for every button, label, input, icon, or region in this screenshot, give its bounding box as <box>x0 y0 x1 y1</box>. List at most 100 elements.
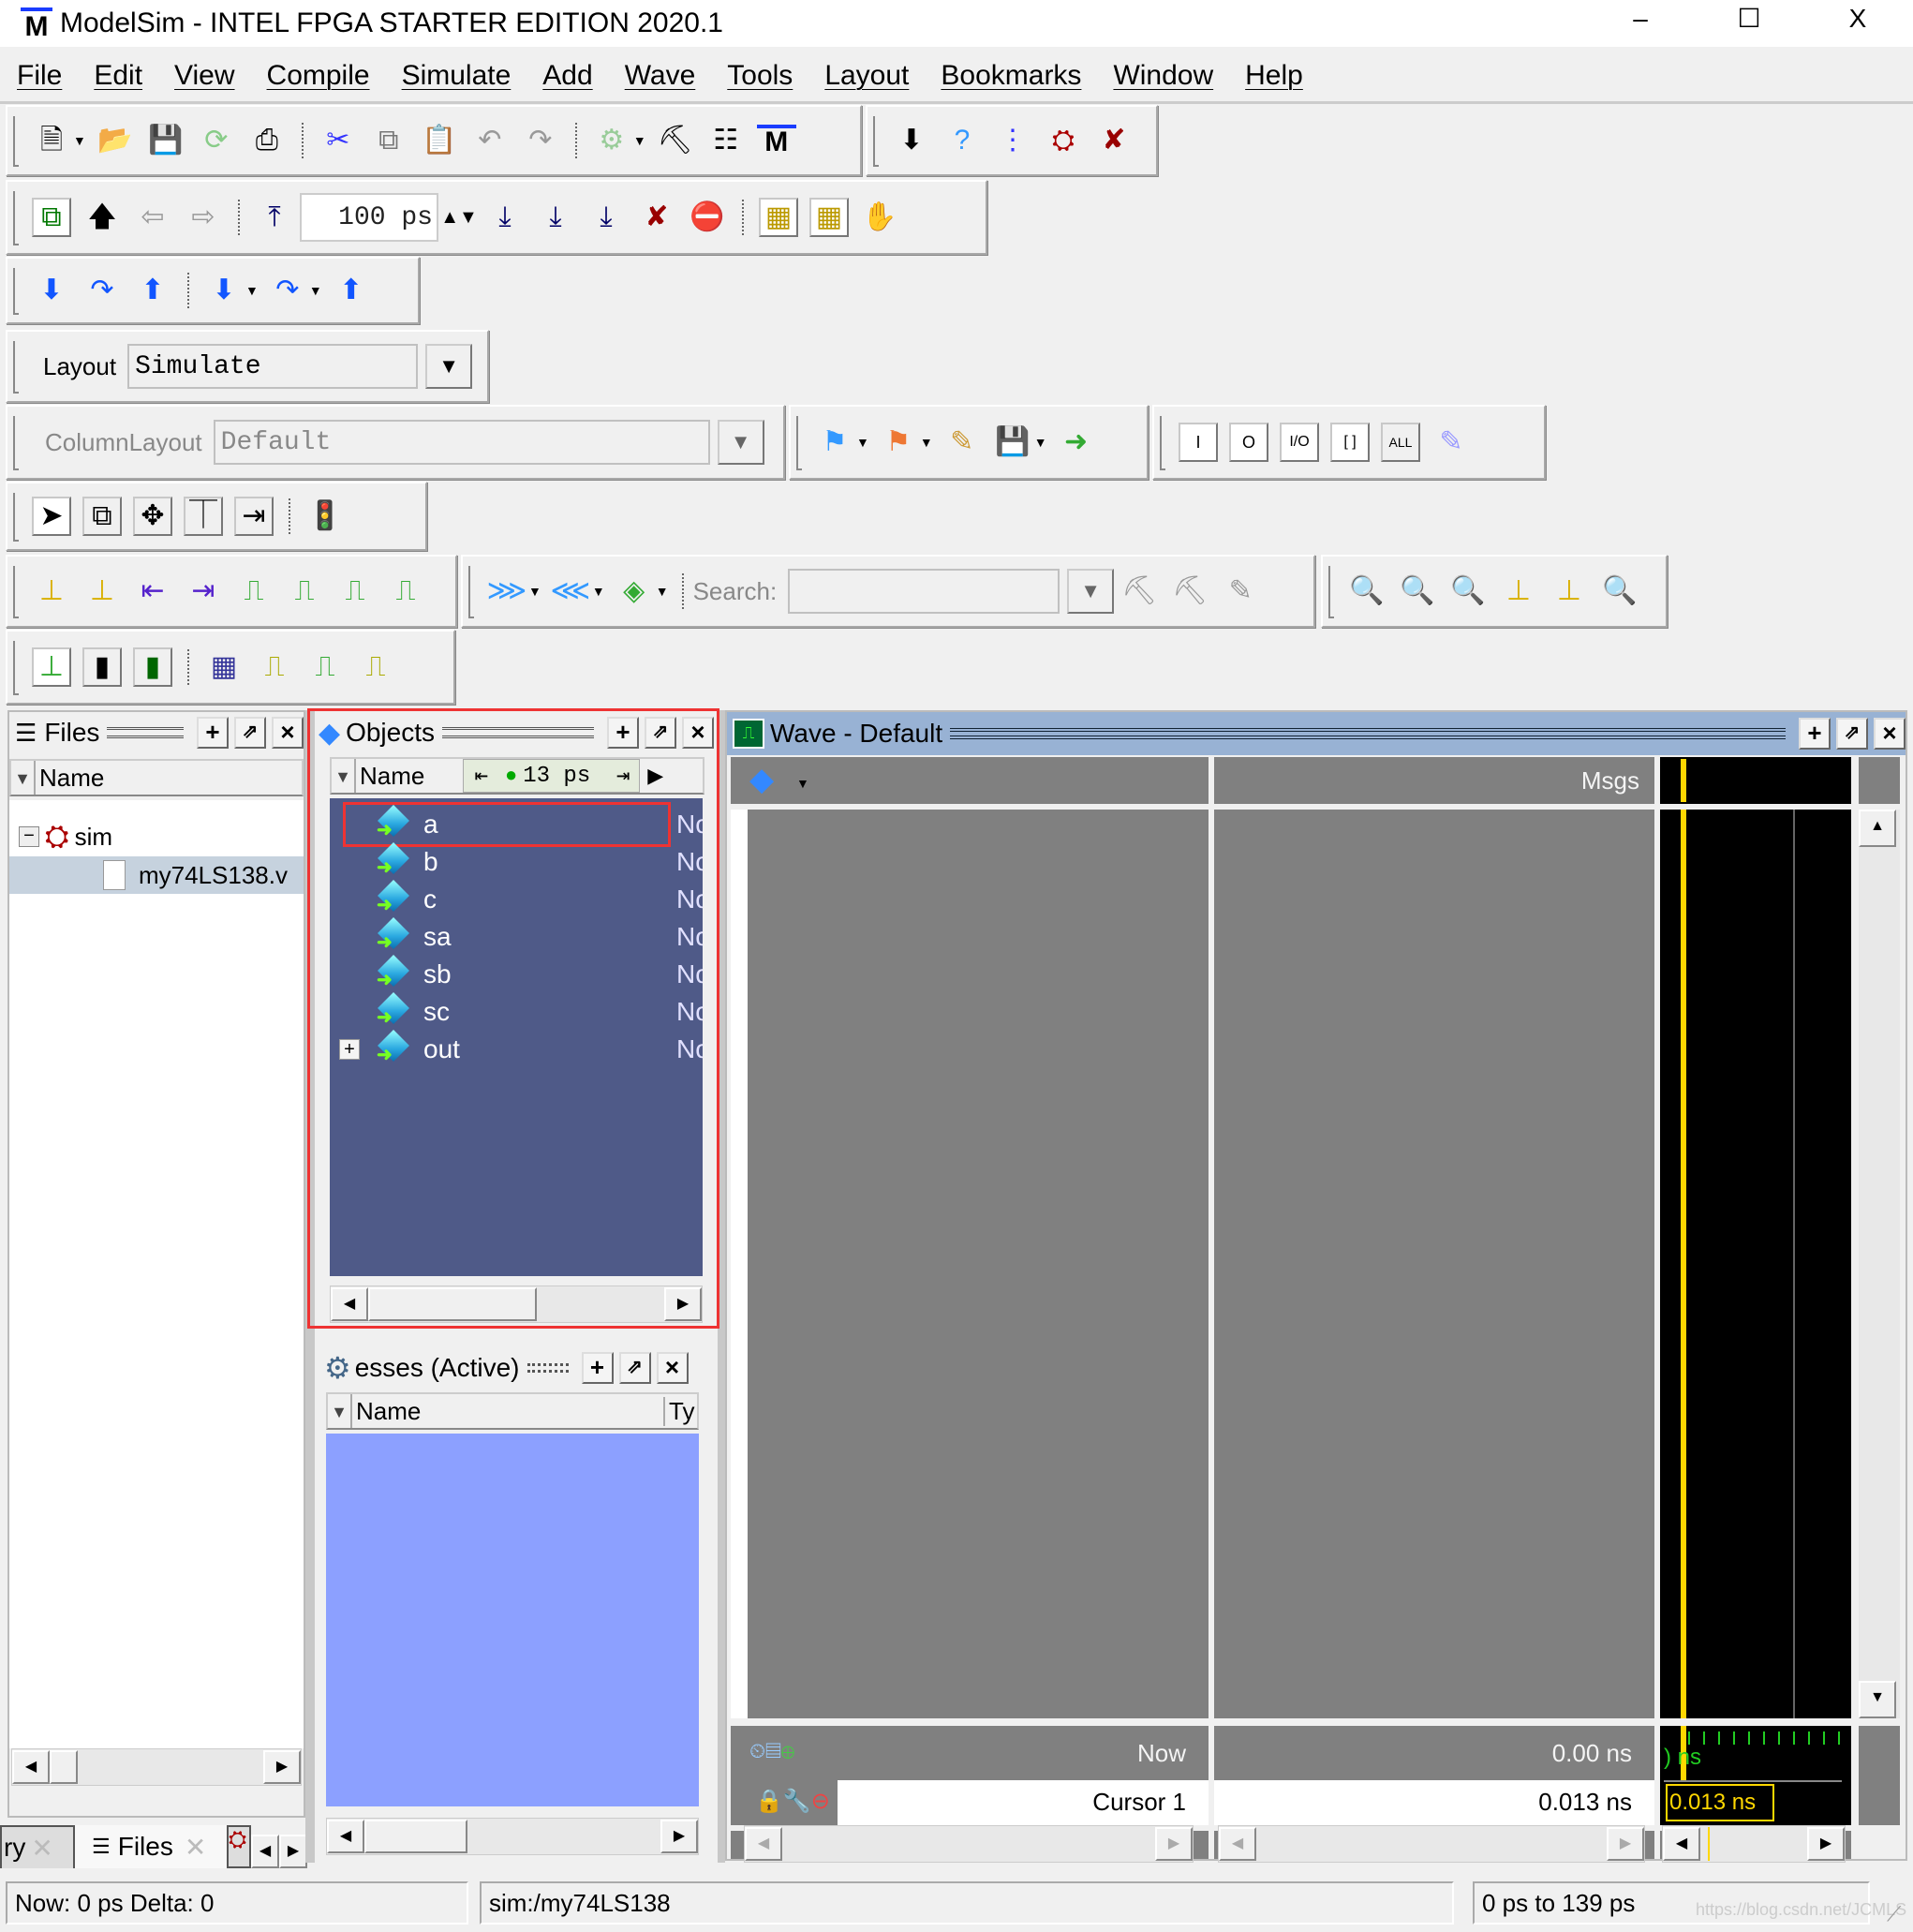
drag-handle[interactable] <box>442 727 594 738</box>
zoom-out-icon[interactable]: 🔍 <box>1398 572 1437 611</box>
wave-edge-2-icon[interactable]: ⎍ <box>305 647 345 687</box>
rising-edge-next-icon[interactable]: ⎍ <box>386 572 425 611</box>
refresh-icon[interactable]: ⟳ <box>197 121 236 160</box>
falling-edge-next-icon[interactable]: ⎍ <box>285 572 324 611</box>
wave-signal-values[interactable] <box>1214 810 1654 1718</box>
tab-files[interactable]: ☰ Files ✕ <box>75 1825 227 1868</box>
scroll-thumb[interactable] <box>364 1820 467 1853</box>
sort-icon[interactable]: ▼ <box>328 1394 352 1428</box>
scroll-left-button[interactable]: ◀ <box>12 1750 50 1784</box>
print-icon[interactable]: ⎙ <box>247 121 287 160</box>
continue-run-icon[interactable]: ⤓ <box>536 198 575 237</box>
restart-icon[interactable]: ⤒ <box>255 198 294 237</box>
step-over-cycle-icon[interactable]: ↷ <box>268 271 307 310</box>
scroll-right-button[interactable]: ▶ <box>263 1750 301 1784</box>
select-mode-icon[interactable]: ➤ <box>32 497 71 536</box>
wave-edge-3-icon[interactable]: ⎍ <box>356 647 395 687</box>
scroll-up-button[interactable]: ▲ <box>1859 810 1896 847</box>
chevron-down-icon[interactable]: ▼ <box>309 283 322 298</box>
step-into-cycle-icon[interactable]: ⬇ <box>204 271 244 310</box>
zoom-mode-icon[interactable]: ⧉ <box>82 497 122 536</box>
chevron-down-icon[interactable]: ▼ <box>920 435 933 450</box>
step-into-icon[interactable]: ⬇ <box>32 271 71 310</box>
redo-icon[interactable]: ↷ <box>521 121 560 160</box>
scroll-right-button[interactable]: ▶ <box>660 1820 698 1853</box>
resize-grip-icon[interactable]: ⟋ <box>1887 1902 1901 1926</box>
close-pane-button[interactable]: × <box>656 1352 689 1384</box>
search-input[interactable] <box>788 569 1060 614</box>
filter-internal-button[interactable]: [ ] <box>1330 423 1370 462</box>
objects-horizontal-scrollbar[interactable]: ◀ ▶ <box>330 1286 703 1323</box>
add-pane-button[interactable]: + <box>197 717 229 749</box>
wave-literal-icon[interactable]: ⊥ <box>32 647 71 687</box>
files-horizontal-scrollbar[interactable]: ◀ ▶ <box>11 1748 302 1786</box>
previous-transition-icon[interactable]: ⇤ <box>133 572 172 611</box>
scroll-down-button[interactable]: ▼ <box>1859 1681 1896 1718</box>
add-pane-button[interactable]: + <box>1799 718 1831 750</box>
chevron-down-icon[interactable]: ▼ <box>528 584 541 599</box>
pane-splitter[interactable] <box>718 710 725 1863</box>
scroll-left-button[interactable]: ◀ <box>745 1827 782 1861</box>
wave-compare-icon[interactable]: ⇥ <box>234 497 274 536</box>
menu-file[interactable]: File <box>17 60 62 92</box>
scroll-left-button[interactable]: ◀ <box>327 1820 364 1853</box>
chevron-down-icon[interactable]: ▼ <box>796 776 809 791</box>
object-row[interactable]: ➜ b No <box>330 842 703 881</box>
scroll-right-button[interactable]: ▶ <box>1607 1827 1644 1861</box>
tree-item-sim[interactable]: − ⛭ sim <box>19 819 112 855</box>
tree-item-file[interactable]: my74LS138.v <box>9 856 304 894</box>
up-arrow-icon[interactable]: 🡅 <box>82 198 122 237</box>
processes-horizontal-scrollbar[interactable]: ◀ ▶ <box>326 1818 699 1855</box>
step-out-cycle-icon[interactable]: ⬆ <box>332 271 371 310</box>
run-all-icon[interactable]: ⤓ <box>586 198 626 237</box>
compile-all-icon[interactable]: ⬇ <box>892 121 931 160</box>
close-pane-button[interactable]: × <box>272 717 304 749</box>
rising-edge-icon[interactable]: ⎍ <box>335 572 375 611</box>
link-icon[interactable]: ⧉ <box>32 198 71 237</box>
filter-all-button[interactable]: ALL <box>1381 423 1420 462</box>
scroll-columns-right-icon[interactable]: ▶ <box>647 764 663 788</box>
tab-library[interactable]: ry ✕ <box>0 1825 75 1868</box>
wave-logic-icon[interactable]: ▮ <box>82 647 122 687</box>
filter-input-button[interactable]: I <box>1179 423 1218 462</box>
paste-icon[interactable]: 📋 <box>420 121 459 160</box>
cursor-icons[interactable]: 🔒🔧⊖ <box>755 1788 830 1815</box>
scroll-track[interactable] <box>1708 1827 1807 1861</box>
insert-cursor-icon[interactable]: ⊥ <box>32 572 71 611</box>
compile-icon[interactable]: ⚙ <box>592 121 631 160</box>
menu-wave[interactable]: Wave <box>625 60 696 92</box>
column-layout-select[interactable]: Default <box>213 420 710 465</box>
menu-edit[interactable]: Edit <box>94 60 142 92</box>
wrench-icon[interactable]: 🔧 <box>783 1789 811 1814</box>
find-binoculars-icon[interactable]: ⛏ <box>656 121 695 160</box>
column-name[interactable]: Name <box>356 1396 665 1426</box>
save-bookmark-icon[interactable]: 💾 <box>993 423 1032 462</box>
delta-time-icon[interactable]: ◈ <box>615 572 654 611</box>
menu-layout[interactable]: Layout <box>824 60 909 92</box>
memory-profile-icon[interactable]: ▦ <box>809 198 849 237</box>
break-run-icon[interactable]: ✘ <box>637 198 676 237</box>
menu-view[interactable]: View <box>174 60 234 92</box>
undock-button[interactable]: ⇗ <box>234 717 266 749</box>
delete-cursor-icon[interactable]: ⊥ <box>82 572 122 611</box>
time-icons[interactable]: ⏲▤⊕ <box>749 1739 794 1763</box>
next-transition-icon[interactable]: ⇥ <box>184 572 223 611</box>
object-row[interactable]: ➜ c No <box>330 880 703 918</box>
falling-edge-icon[interactable]: ⎍ <box>234 572 274 611</box>
simulate-icon[interactable]: ⛭ <box>1044 121 1083 160</box>
object-row[interactable]: + ➜ out No <box>330 1030 703 1068</box>
sort-icon[interactable]: ▼ <box>11 761 36 795</box>
column-layout-dropdown-button[interactable]: ▼ <box>717 420 764 465</box>
back-arrow-icon[interactable]: ⇦ <box>133 198 172 237</box>
close-pane-button[interactable]: × <box>1874 718 1906 750</box>
object-row[interactable]: ➜ sa No <box>330 917 703 956</box>
chevron-down-icon[interactable]: ▼ <box>1034 435 1047 450</box>
layout-dropdown-button[interactable]: ▼ <box>425 344 473 389</box>
next-time-icon[interactable]: ⇥ <box>607 762 639 790</box>
cursor-line[interactable] <box>1681 759 1686 802</box>
filter-inout-button[interactable]: I/O <box>1280 423 1319 462</box>
files-column-header[interactable]: ▼ Name <box>9 759 304 796</box>
minimize-button[interactable]: – <box>1611 0 1669 39</box>
object-row[interactable]: ➜ sc No <box>330 992 703 1031</box>
wave-signal-names[interactable] <box>731 810 1209 1718</box>
